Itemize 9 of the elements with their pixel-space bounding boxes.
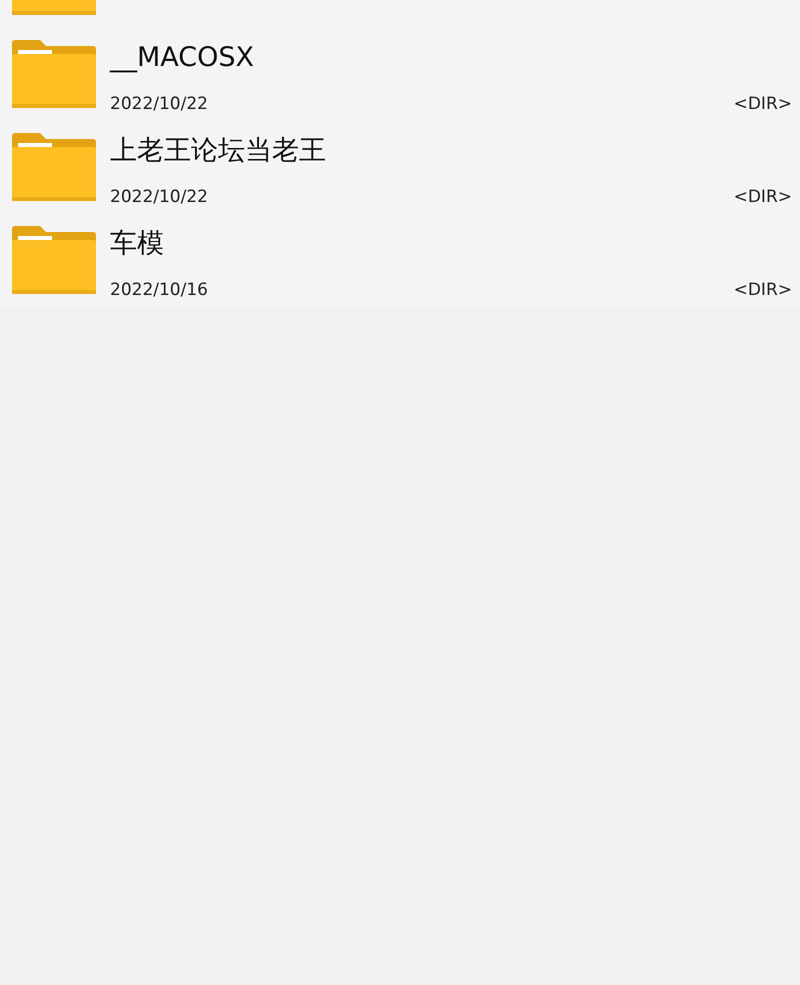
folder-type: <DIR> — [734, 280, 792, 300]
folder-name[interactable]: __MACOSX — [110, 40, 792, 76]
folder-date: 2022/10/22 — [110, 94, 208, 114]
folder-name[interactable]: 上老王论坛当老王 — [110, 133, 792, 169]
folder-type: <DIR> — [734, 187, 792, 207]
folder-date: 2022/10/22 — [110, 187, 208, 207]
folder-type: <DIR> — [734, 94, 792, 114]
folder-date: 2022/10/16 — [110, 280, 208, 300]
folder-name[interactable]: 车模 — [110, 226, 792, 262]
